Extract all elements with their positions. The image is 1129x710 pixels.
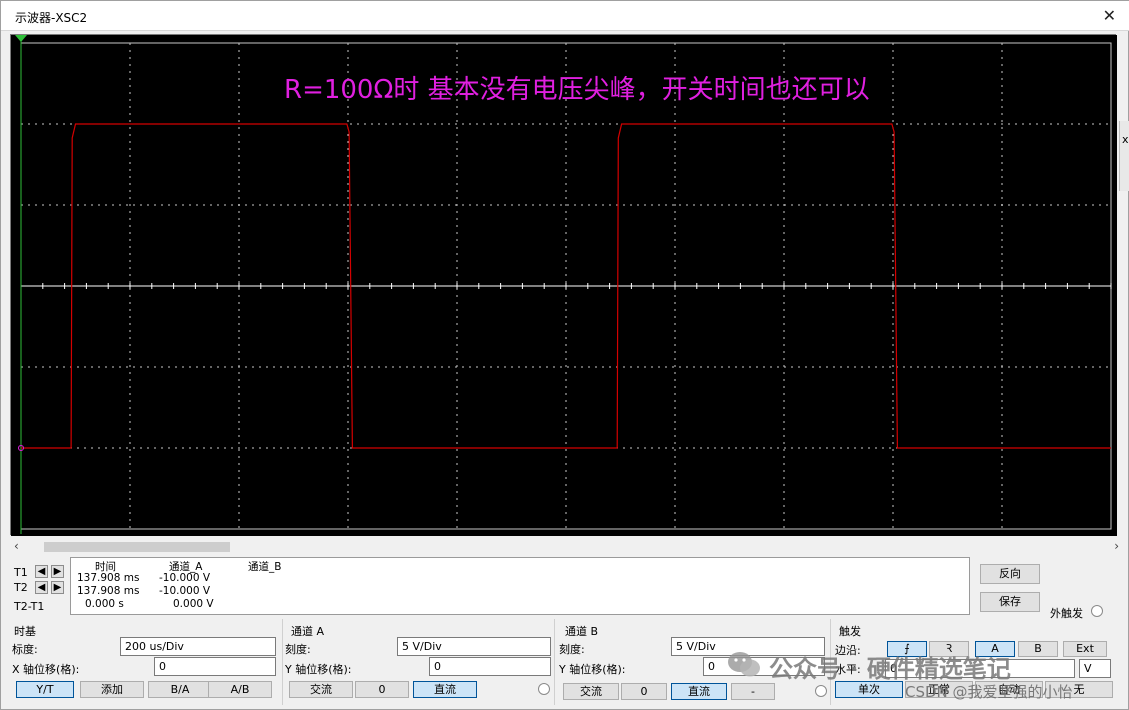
timebase-title: 时基 <box>14 625 36 638</box>
trigger-title: 触发 <box>839 625 861 638</box>
oscilloscope-screen: R=100Ω时 基本没有电压尖峰，开关时间也还可以 <box>10 34 1117 536</box>
falling-edge-button[interactable]: Ꝛ <box>929 641 969 657</box>
channel-a-ypos-field[interactable]: 0 <box>429 657 551 676</box>
channel-b-radio[interactable] <box>815 685 827 697</box>
oscilloscope-window: 示波器-XSC2 ✕ R=100Ω时 基本没有电压尖峰，开关时间也还可以 x ‹… <box>0 0 1129 710</box>
t1-move-left-button[interactable]: ◀ <box>35 565 48 578</box>
x-position-label: X 轴位移(格): <box>12 663 80 676</box>
ext-trigger-radio[interactable] <box>1091 605 1103 617</box>
t2-time: 137.908 ms <box>77 585 140 597</box>
channel-b-ac-button[interactable]: 交流 <box>563 683 619 700</box>
waveform-display: R=100Ω时 基本没有电压尖峰，开关时间也还可以 <box>11 35 1117 536</box>
channel-a-zero-button[interactable]: 0 <box>355 681 409 698</box>
channel-b-scale-field[interactable]: 5 V/Div <box>671 637 825 656</box>
cursor-t1-label: T1 <box>14 566 28 579</box>
trigger-auto-button[interactable]: 自动 <box>975 681 1043 698</box>
cursor-diff-label: T2-T1 <box>14 600 45 613</box>
cursor-labels: T1 T2 T2-T1 ◀ ▶ ◀ ▶ <box>10 557 68 615</box>
channel-b-scale-label: 刻度: <box>559 643 585 656</box>
window-title: 示波器-XSC2 <box>15 11 88 25</box>
cursor-readout-panel: T1 T2 T2-T1 ◀ ▶ ◀ ▶ 时间 通道_A 通道_B 137.908… <box>10 557 970 615</box>
diff-channel-a: 0.000 V <box>173 598 214 610</box>
trigger-source-a-button[interactable]: A <box>975 641 1015 657</box>
mode-ab-button[interactable]: A/B <box>208 681 272 698</box>
channel-a-ypos-label: Y 轴位移(格): <box>285 663 352 676</box>
channel-b-ypos-label: Y 轴位移(格): <box>559 663 626 676</box>
trigger-level-field[interactable]: 0 <box>885 659 1075 678</box>
channel-a-radio[interactable] <box>538 683 550 695</box>
t1-channel-a: -10.000 V <box>159 572 211 584</box>
trigger-source-b-button[interactable]: B <box>1018 641 1058 657</box>
trigger-single-button[interactable]: 单次 <box>835 681 903 698</box>
mode-add-button[interactable]: 添加 <box>80 681 144 698</box>
channel-a-ac-button[interactable]: 交流 <box>289 681 353 698</box>
header-channel-b: 通道_B <box>248 561 282 573</box>
channel-a-dc-button[interactable]: 直流 <box>413 681 477 698</box>
trigger-normal-button[interactable]: 正常 <box>905 681 973 698</box>
channel-b-invert-button[interactable]: - <box>731 683 775 700</box>
scroll-left-icon[interactable]: ‹ <box>14 539 19 553</box>
scroll-right-icon[interactable]: › <box>1114 539 1119 553</box>
channel-b-dc-button[interactable]: 直流 <box>671 683 727 700</box>
reverse-button[interactable]: 反向 <box>980 564 1040 584</box>
horizontal-scrollbar[interactable]: ‹ › <box>10 539 1121 555</box>
t2-channel-a: -10.000 V <box>159 585 211 597</box>
channel-a-scale-label: 刻度: <box>285 643 311 656</box>
timebase-group: 时基 标度: 200 us/Div X 轴位移(格): 0 Y/T 添加 B/A… <box>10 619 283 705</box>
t1-time: 137.908 ms <box>77 572 140 584</box>
collapsed-side-panel[interactable]: x <box>1119 121 1129 191</box>
timebase-scale-label: 标度: <box>12 643 38 656</box>
channel-b-title: 通道 B <box>565 625 599 638</box>
cursor-t2-label: T2 <box>14 581 28 594</box>
t2-move-right-button[interactable]: ▶ <box>51 581 64 594</box>
rising-edge-button[interactable]: ⨍ <box>887 641 927 657</box>
channel-a-group: 通道 A 刻度: 5 V/Div Y 轴位移(格): 0 交流 0 直流 <box>283 619 555 705</box>
scrollbar-thumb[interactable] <box>44 542 230 552</box>
side-panel-label: x <box>1122 133 1129 146</box>
close-icon[interactable]: ✕ <box>1103 6 1116 25</box>
trigger-source-ext-button[interactable]: Ext <box>1063 641 1107 657</box>
x-position-field[interactable]: 0 <box>154 657 276 676</box>
trigger-level-label: 水平: <box>835 663 861 676</box>
save-button[interactable]: 保存 <box>980 592 1040 612</box>
channel-b-ypos-field[interactable]: 0 <box>703 657 825 676</box>
timebase-scale-field[interactable]: 200 us/Div <box>120 637 276 656</box>
cursor-readout-table: 时间 通道_A 通道_B 137.908 ms -10.000 V 137.90… <box>70 557 970 615</box>
mode-ba-button[interactable]: B/A <box>148 681 212 698</box>
trigger-none-button[interactable]: 无 <box>1045 681 1113 698</box>
channel-b-zero-button[interactable]: 0 <box>621 683 667 700</box>
t2-move-left-button[interactable]: ◀ <box>35 581 48 594</box>
mode-yt-button[interactable]: Y/T <box>16 681 74 698</box>
t1-move-right-button[interactable]: ▶ <box>51 565 64 578</box>
screen-annotation: R=100Ω时 基本没有电压尖峰，开关时间也还可以 <box>284 75 870 105</box>
diff-time: 0.000 s <box>85 598 124 610</box>
title-bar: 示波器-XSC2 ✕ <box>1 1 1129 31</box>
trigger-edge-label: 边沿: <box>835 644 861 657</box>
channel-a-scale-field[interactable]: 5 V/Div <box>397 637 551 656</box>
trigger-level-unit[interactable]: V <box>1079 659 1111 678</box>
channel-b-group: 通道 B 刻度: 5 V/Div Y 轴位移(格): 0 交流 0 直流 - <box>557 619 831 705</box>
trigger-group: 触发 边沿: ⨍ Ꝛ A B Ext 水平: 0 V 单次 正常 自动 无 <box>833 619 1121 705</box>
channel-a-title: 通道 A <box>291 625 325 638</box>
